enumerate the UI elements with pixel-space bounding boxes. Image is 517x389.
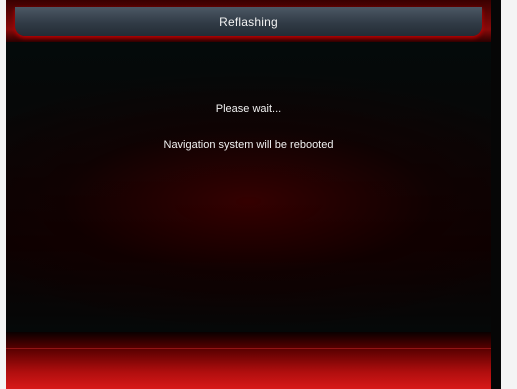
display-bezel [491, 0, 501, 389]
reboot-message: Navigation system will be rebooted [163, 139, 334, 151]
content-area: Please wait... Navigation system will be… [6, 42, 491, 332]
footer-glow [6, 332, 491, 389]
screen: Reflashing Please wait... Navigation sys… [0, 0, 517, 389]
title-bar: Reflashing [15, 7, 482, 36]
wait-message: Please wait... [215, 103, 282, 115]
navigation-display: Reflashing Please wait... Navigation sys… [6, 0, 491, 389]
page-title: Reflashing [219, 14, 278, 29]
footer-divider [6, 348, 491, 349]
